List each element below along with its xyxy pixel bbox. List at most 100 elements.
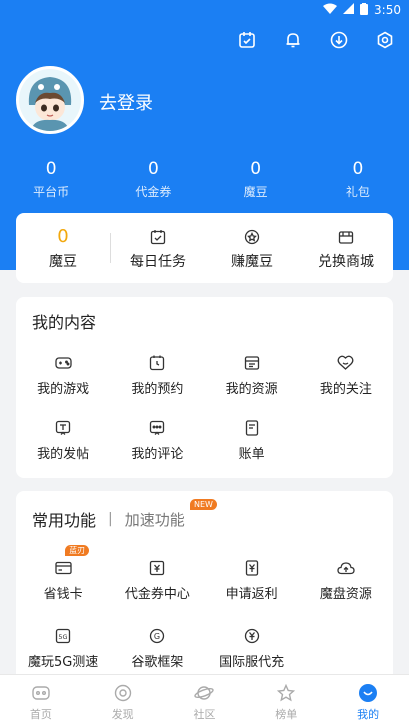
my-reservations-label: 我的预约	[131, 382, 184, 397]
stat-label: 魔豆	[243, 185, 268, 199]
bottom-tab-bar: 首页 发现 社区 榜单 我的	[0, 674, 409, 728]
comment-icon	[149, 417, 165, 439]
my-follows-button[interactable]: 我的关注	[299, 352, 393, 397]
tab-rankings[interactable]: 榜单	[245, 675, 327, 728]
stat-platform-coin[interactable]: 0 平台币	[0, 158, 102, 200]
exchange-mall-label: 兑换商城	[318, 253, 374, 270]
savings-card-label: 省钱卡	[43, 587, 83, 602]
my-content-card: 我的内容 我的游戏 我的预约 我的资源 我的关注 我的发帖 我的评论 账单	[16, 297, 393, 478]
bell-icon[interactable]	[283, 30, 303, 50]
modou-balance-label: 魔豆	[49, 253, 77, 270]
my-reservations-button[interactable]: 我的预约	[110, 352, 204, 397]
stat-value: 0	[250, 159, 262, 179]
my-follows-label: 我的关注	[319, 382, 372, 397]
clock-icon	[149, 352, 165, 374]
daily-tasks-label: 每日任务	[130, 253, 186, 270]
stat-gift-pack[interactable]: 0 礼包	[307, 158, 409, 200]
bill-icon	[245, 417, 259, 439]
my-comments-label: 我的评论	[131, 447, 184, 462]
intl-recharge-label: 国际服代充	[219, 655, 285, 670]
stat-value: 0	[45, 159, 57, 179]
home-gamepad-icon	[31, 682, 51, 704]
exchange-mall-button[interactable]: 兑换商城	[299, 213, 393, 283]
savings-card-button[interactable]: 蓝刃 省钱卡	[16, 545, 110, 602]
avatar[interactable]	[16, 66, 84, 134]
modou-balance[interactable]: 0 魔豆	[16, 213, 110, 283]
tab-rankings-label: 榜单	[275, 707, 298, 721]
google-framework-label: 谷歌框架	[131, 655, 184, 670]
stat-label: 礼包	[345, 185, 370, 199]
bill-button[interactable]: 账单	[205, 417, 299, 462]
voucher-center-button[interactable]: 代金券中心	[110, 557, 204, 602]
gamepad-icon	[54, 352, 72, 374]
my-games-button[interactable]: 我的游戏	[16, 352, 110, 397]
wifi-icon	[323, 3, 338, 17]
my-posts-button[interactable]: 我的发帖	[16, 417, 110, 462]
stat-value: 0	[352, 159, 364, 179]
login-link[interactable]: 去登录	[99, 89, 153, 115]
savings-card-badge: 蓝刃	[65, 545, 90, 556]
signal-icon	[343, 3, 355, 17]
google-icon: G	[149, 625, 165, 647]
my-resources-button[interactable]: 我的资源	[205, 352, 299, 397]
my-posts-label: 我的发帖	[37, 447, 90, 462]
ticket-icon	[149, 557, 165, 579]
svg-text:G: G	[154, 632, 160, 641]
google-framework-button[interactable]: G 谷歌框架	[110, 625, 204, 670]
stat-value: 0	[147, 159, 159, 179]
profile-icon	[358, 682, 378, 704]
tab-home-label: 首页	[29, 707, 52, 721]
discover-icon	[114, 682, 132, 704]
star-icon	[277, 682, 296, 704]
my-content-title: 我的内容	[32, 313, 97, 332]
battery-icon	[360, 2, 369, 18]
cloud-upload-icon	[337, 557, 355, 579]
my-resources-label: 我的资源	[225, 382, 278, 397]
download-icon[interactable]	[329, 30, 349, 50]
tab-acceleration[interactable]: 加速功能	[125, 509, 185, 530]
settings-gear-icon[interactable]	[375, 30, 395, 50]
modou-balance-value: 0	[57, 225, 69, 247]
yen-receipt-icon	[245, 557, 259, 579]
card-icon	[54, 557, 72, 579]
functions-card: 常用功能 | 加速功能 NEW 蓝刃 省钱卡 代金券中心 申请返利 魔盘资源 5…	[16, 491, 393, 681]
functions-tabs: 常用功能 | 加速功能	[32, 507, 185, 531]
stat-label: 代金券	[135, 185, 172, 199]
gift-box-icon	[338, 226, 354, 248]
my-games-label: 我的游戏	[37, 382, 90, 397]
tab-mine[interactable]: 我的	[327, 675, 409, 728]
svg-text:5G: 5G	[59, 633, 68, 641]
stat-modou[interactable]: 0 魔豆	[205, 158, 307, 200]
tab-community[interactable]: 社区	[164, 675, 246, 728]
modou-card: 0 魔豆 每日任务 赚魔豆 兑换商城	[16, 213, 393, 283]
stat-label: 平台币	[33, 185, 70, 199]
tab-home[interactable]: 首页	[0, 675, 82, 728]
checkin-calendar-icon[interactable]	[237, 30, 257, 50]
tab-mine-label: 我的	[357, 707, 380, 721]
coin-icon	[244, 226, 260, 248]
apply-rebate-button[interactable]: 申请返利	[205, 557, 299, 602]
earn-modou-button[interactable]: 赚魔豆	[205, 213, 299, 283]
new-badge: NEW	[190, 499, 217, 510]
5g-speedtest-button[interactable]: 5G 魔玩5G测速	[16, 625, 110, 670]
clock-time: 3:50	[374, 3, 401, 17]
calendar-check-icon	[150, 226, 166, 248]
intl-recharge-button[interactable]: 国际服代充	[205, 625, 299, 670]
planet-icon	[194, 682, 215, 704]
my-comments-button[interactable]: 我的评论	[110, 417, 204, 462]
bill-label: 账单	[238, 447, 265, 462]
yen-circle-icon	[244, 625, 260, 647]
tab-community-label: 社区	[193, 707, 216, 721]
tab-separator: |	[108, 511, 113, 527]
stat-voucher[interactable]: 0 代金券	[102, 158, 204, 200]
tab-discover[interactable]: 发现	[82, 675, 164, 728]
earn-modou-label: 赚魔豆	[231, 253, 273, 270]
voucher-center-label: 代金券中心	[124, 587, 190, 602]
post-icon	[55, 417, 71, 439]
cloud-resources-button[interactable]: 魔盘资源	[299, 557, 393, 602]
tab-common-functions[interactable]: 常用功能	[32, 507, 96, 531]
daily-tasks-button[interactable]: 每日任务	[111, 213, 205, 283]
folder-icon	[244, 352, 260, 374]
status-bar: 3:50	[0, 0, 409, 20]
5g-speedtest-label: 魔玩5G测速	[27, 655, 99, 670]
